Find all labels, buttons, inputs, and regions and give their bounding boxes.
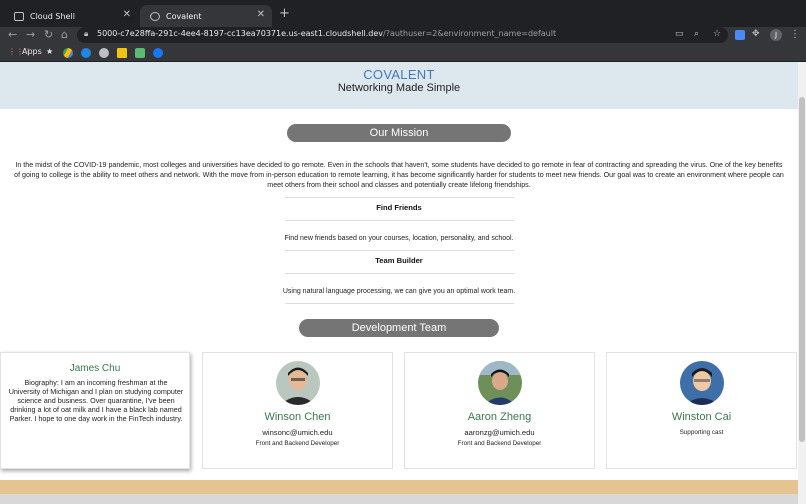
terminal-icon — [14, 11, 24, 21]
mission-heading: Our Mission — [287, 124, 511, 142]
member-photo — [680, 361, 724, 405]
michigan-m-icon[interactable] — [117, 48, 127, 58]
new-tab-icon[interactable]: + — [279, 6, 290, 21]
close-icon[interactable]: ✕ — [257, 9, 265, 20]
member-role: Supporting cast — [679, 429, 724, 436]
reload-icon[interactable]: ↻ — [44, 28, 53, 41]
globe-icon[interactable] — [99, 48, 109, 58]
feature-title-team-builder: Team Builder — [375, 256, 423, 265]
scrollbar-thumb[interactable] — [799, 97, 805, 442]
palm-icon[interactable] — [135, 48, 145, 58]
member-name: Winston Cai — [671, 411, 732, 423]
bookmark-star-icon[interactable]: ☆ — [713, 29, 721, 39]
close-icon[interactable]: ✕ — [123, 9, 131, 20]
cast-icon[interactable]: ▭ — [675, 29, 684, 39]
team-heading: Development Team — [299, 319, 499, 337]
browser-tab-bar: Cloud Shell ✕ Covalent ✕ + — [0, 0, 806, 27]
team-card-winson-chen[interactable]: Winson Chen winsonc@umich.edu Front and … — [202, 352, 393, 469]
forward-icon[interactable]: → — [26, 28, 35, 41]
web-page: COVALENT Networking Made Simple Our Miss… — [0, 62, 798, 504]
feature-desc-team-builder: Using natural language processing, we ca… — [282, 288, 516, 295]
member-photo — [478, 361, 522, 405]
drive-icon[interactable] — [63, 48, 73, 58]
member-name: Aaron Zheng — [467, 411, 532, 423]
member-role: Front and Backend Developer — [457, 440, 542, 447]
profile-avatar[interactable]: J — [770, 29, 782, 41]
divider — [285, 250, 514, 251]
url-query: /?authuser=2&environment_name=default — [383, 29, 557, 38]
member-bio: Biography: I am an incoming freshman at … — [8, 378, 184, 423]
divider — [285, 197, 514, 198]
menu-icon[interactable]: ⋮ — [790, 29, 800, 40]
divider — [285, 273, 514, 274]
team-card-james-chu[interactable]: James Chu Biography: I am an incoming fr… — [0, 352, 190, 469]
divider — [285, 303, 514, 304]
mission-text: In the midst of the COVID-19 pandemic, m… — [14, 161, 784, 189]
facebook-icon[interactable] — [153, 48, 163, 58]
member-role: Front and Backend Developer — [255, 440, 340, 447]
back-icon[interactable]: ← — [8, 28, 17, 41]
star-icon[interactable]: ★ — [46, 47, 53, 56]
tab-covalent[interactable]: Covalent ✕ — [140, 5, 272, 27]
tab-title: Cloud Shell — [30, 11, 75, 21]
messenger-icon[interactable] — [81, 48, 91, 58]
team-card-winston-cai[interactable]: Winston Cai Supporting cast — [606, 352, 797, 469]
browser-toolbar: ← → ↻ ⌂ 🔒︎ 5000-c7e28ffa-291c-4ee4-8197-… — [0, 27, 806, 44]
divider — [285, 220, 514, 221]
hero-banner: COVALENT Networking Made Simple — [0, 62, 798, 109]
site-tagline: Networking Made Simple — [337, 82, 461, 94]
member-name: Winson Chen — [264, 411, 331, 423]
extensions-puzzle-icon[interactable]: ✥ — [752, 29, 760, 39]
member-photo — [276, 361, 320, 405]
feature-title-find-friends: Find Friends — [376, 203, 422, 212]
vertical-scrollbar[interactable] — [798, 62, 806, 504]
team-card-aaron-zheng[interactable]: Aaron Zheng aaronzg@umich.edu Front and … — [404, 352, 595, 469]
member-name: James Chu — [69, 363, 121, 374]
zoom-icon[interactable]: ⌕ — [694, 29, 699, 39]
globe-icon — [150, 11, 160, 21]
address-bar[interactable]: 🔒︎ 5000-c7e28ffa-291c-4ee4-8197-cc13ea70… — [77, 27, 728, 43]
feature-desc-find-friends: Find new friends based on your courses, … — [284, 235, 514, 242]
member-email: aaronzg@umich.edu — [464, 428, 535, 437]
footer-band — [0, 480, 798, 504]
bookmarks-bar: ⋮⋮⋮ Apps ★ — [0, 44, 806, 62]
url-text: 5000-c7e28ffa-291c-4ee4-8197-cc13ea70371… — [97, 29, 556, 38]
tab-cloud-shell[interactable]: Cloud Shell ✕ — [4, 5, 138, 27]
member-email: winsonc@umich.edu — [262, 428, 333, 437]
zoom-extension-icon[interactable] — [735, 30, 745, 40]
tab-title: Covalent — [166, 11, 202, 21]
site-brand[interactable]: COVALENT — [0, 67, 798, 82]
url-host: 5000-c7e28ffa-291c-4ee4-8197-cc13ea70371… — [97, 29, 383, 38]
home-icon[interactable]: ⌂ — [61, 28, 68, 41]
lock-icon: 🔒︎ — [84, 29, 89, 38]
bookmark-apps[interactable]: Apps — [22, 47, 42, 56]
horizontal-scrollbar[interactable] — [0, 494, 798, 504]
